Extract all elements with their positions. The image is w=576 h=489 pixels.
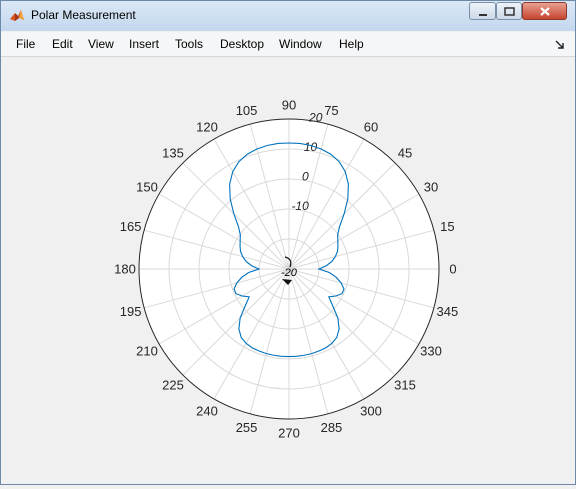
angle-tick-label: 270 bbox=[278, 426, 300, 441]
angle-tick-label: 210 bbox=[136, 344, 158, 359]
angle-tick-label: 60 bbox=[364, 119, 378, 134]
angle-tick-label: 345 bbox=[437, 304, 459, 319]
menu-bar: File Edit View Insert Tools Desktop Wind… bbox=[1, 32, 575, 57]
angle-tick-label: 120 bbox=[196, 119, 218, 134]
angle-tick-label: 285 bbox=[321, 420, 343, 435]
angle-tick-label: 0 bbox=[449, 262, 456, 277]
maximize-icon bbox=[504, 7, 515, 16]
angle-tick-label: 75 bbox=[324, 103, 338, 118]
dock-arrow-icon[interactable] bbox=[555, 40, 565, 50]
plot-area: 0 15 30 45 60 75 90 105 120 135 150 165 180 195 210 225… bbox=[1, 57, 575, 484]
menu-insert[interactable]: Insert bbox=[129, 37, 159, 51]
angle-tick-label: 135 bbox=[162, 146, 184, 161]
minimize-button[interactable] bbox=[469, 2, 496, 20]
angle-tick-label: 225 bbox=[162, 377, 184, 392]
angle-tick-label: 240 bbox=[196, 404, 218, 419]
angle-tick-label: 30 bbox=[424, 180, 438, 195]
close-icon bbox=[540, 7, 550, 16]
title-bar[interactable]: Polar Measurement bbox=[1, 1, 575, 31]
menu-view[interactable]: View bbox=[88, 37, 114, 51]
angle-tick-label: 180 bbox=[114, 262, 136, 277]
radial-tick-label: 20 bbox=[308, 110, 323, 124]
angle-tick-label: 300 bbox=[360, 404, 382, 419]
angle-tick-label: 105 bbox=[236, 103, 258, 118]
menu-file[interactable]: File bbox=[16, 37, 35, 51]
angle-tick-label: 330 bbox=[420, 344, 442, 359]
angle-tick-label: 195 bbox=[120, 304, 142, 319]
menu-tools[interactable]: Tools bbox=[175, 37, 203, 51]
minimize-icon bbox=[479, 14, 487, 16]
angle-tick-label: 90 bbox=[282, 98, 296, 113]
menu-desktop[interactable]: Desktop bbox=[220, 37, 264, 51]
matlab-logo-icon bbox=[10, 10, 24, 21]
angle-tick-label: 150 bbox=[136, 180, 158, 195]
figure-window: Polar Measurement File Edit View Insert … bbox=[0, 0, 576, 485]
radial-tick-label: 0 bbox=[302, 169, 309, 183]
maximize-button[interactable] bbox=[496, 2, 522, 20]
window-title: Polar Measurement bbox=[31, 8, 136, 22]
menu-window[interactable]: Window bbox=[279, 37, 322, 51]
polar-plot[interactable]: 0 15 30 45 60 75 90 105 120 135 150 165 180 195 210 225… bbox=[1, 57, 575, 484]
angle-tick-label: 255 bbox=[236, 420, 258, 435]
menu-edit[interactable]: Edit bbox=[52, 37, 73, 51]
angle-tick-label: 315 bbox=[394, 377, 416, 392]
menu-help[interactable]: Help bbox=[339, 37, 364, 51]
close-button[interactable] bbox=[522, 2, 567, 20]
center-tick-clutter: -20 bbox=[281, 267, 298, 279]
angle-tick-label: 45 bbox=[398, 146, 412, 161]
radial-tick-label: -10 bbox=[291, 199, 309, 213]
angle-tick-label: 15 bbox=[440, 219, 454, 234]
angle-tick-label: 165 bbox=[120, 219, 142, 234]
